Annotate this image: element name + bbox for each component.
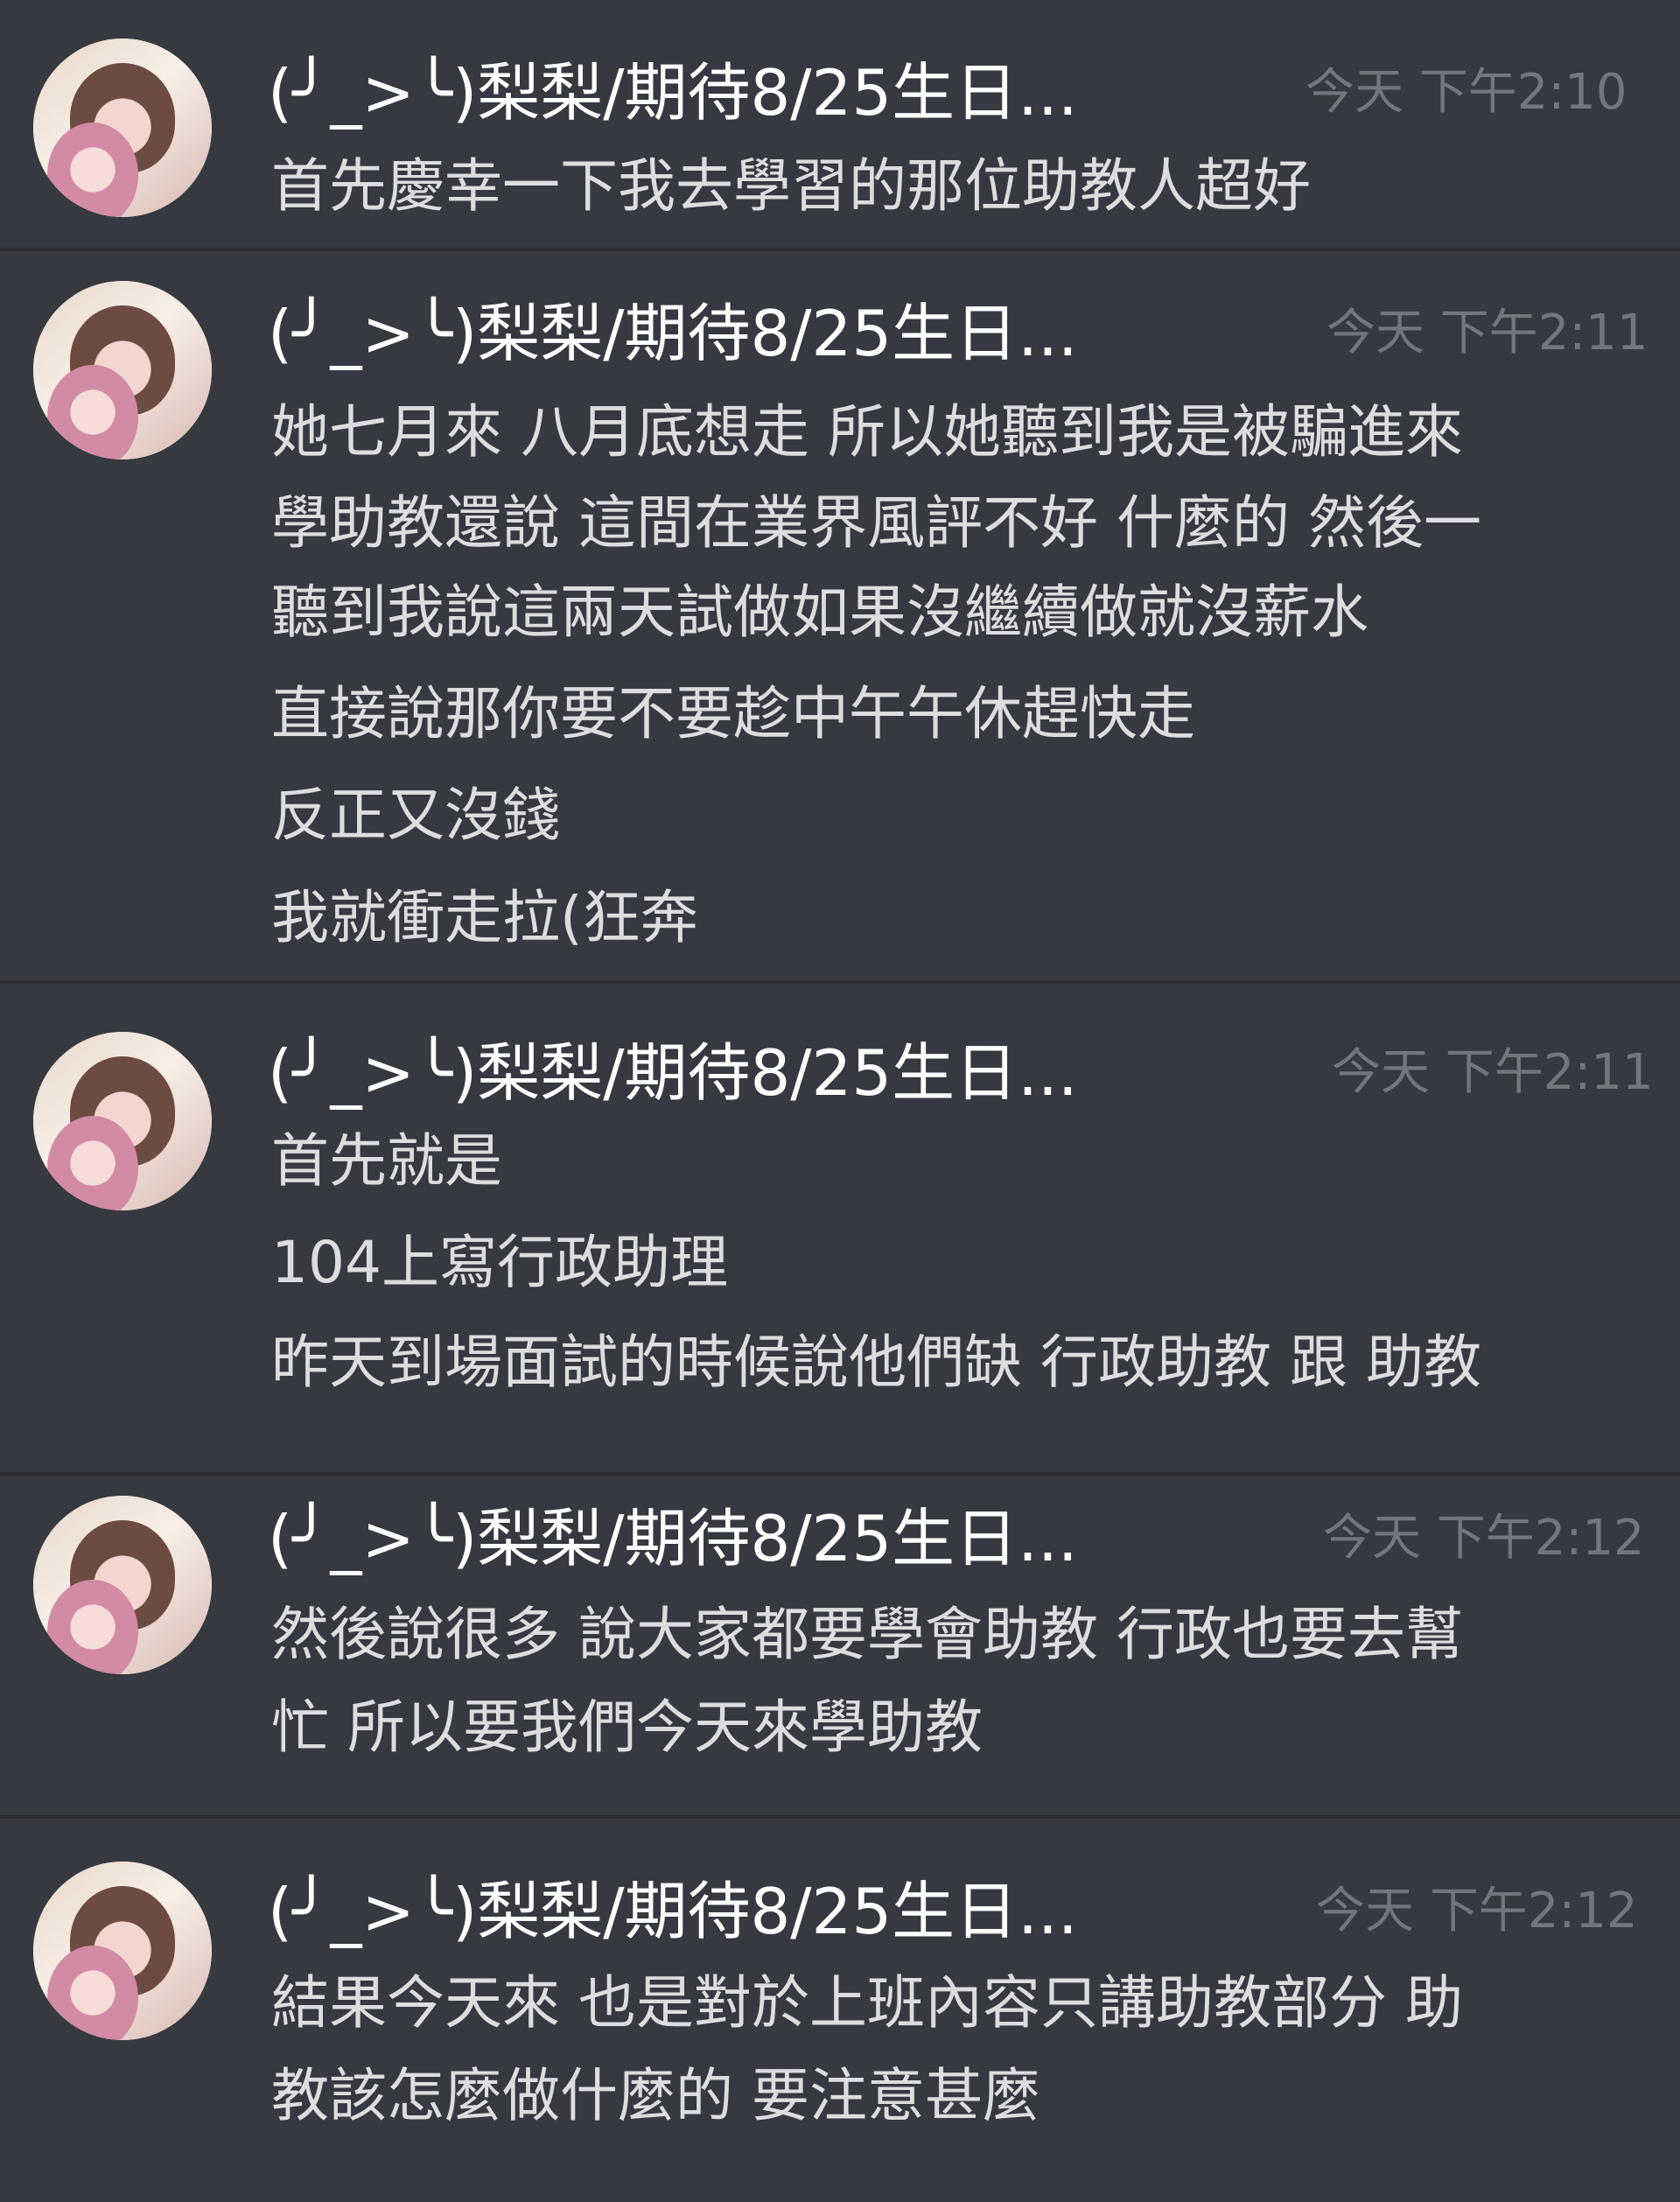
message-line: 首先就是 [271, 1127, 502, 1195]
message: (╯_>╰)梨梨/期待8/25生日... 今天 下午2:12 結果今天來 也是對… [0, 1819, 1680, 2202]
message: (╯_>╰)梨梨/期待8/25生日... 今天 下午2:11 首先就是 104上… [0, 984, 1680, 1472]
timestamp: 今天 下午2:10 [1306, 64, 1628, 121]
message-line: 然後說很多 說大家都要學會助教 行政也要去幫 [271, 1601, 1463, 1668]
avatar-face-icon [47, 1946, 138, 2040]
avatar-face-icon [47, 1580, 138, 1674]
avatar-face-icon [47, 1116, 138, 1210]
message: (╯_>╰)梨梨/期待8/25生日... 今天 下午2:10 首先慶幸一下我去學… [0, 0, 1680, 248]
message: (╯_>╰)梨梨/期待8/25生日... 今天 下午2:12 然後說很多 說大家… [0, 1476, 1680, 1815]
avatar[interactable] [33, 39, 212, 217]
avatar[interactable] [33, 1862, 212, 2040]
username[interactable]: (╯_>╰)梨梨/期待8/25生日... [268, 51, 1078, 135]
avatar-face-icon [47, 123, 138, 217]
timestamp: 今天 下午2:12 [1316, 1883, 1638, 1939]
message-line: 104上寫行政助理 [271, 1229, 728, 1296]
message-line: 我就衝走拉(狂奔 [271, 884, 698, 951]
avatar[interactable] [33, 1496, 212, 1674]
message-line: 結果今天來 也是對於上班內容只講助教部分 助 [271, 1969, 1463, 2037]
message-line: 聽到我說這兩天試做如果沒繼續做就沒薪水 [271, 579, 1368, 646]
message-line: 反正又沒錢 [271, 782, 560, 849]
message-line: 學助教還說 這間在業界風評不好 什麼的 然後一 [271, 489, 1481, 557]
timestamp: 今天 下午2:11 [1332, 1044, 1654, 1101]
username[interactable]: (╯_>╰)梨梨/期待8/25生日... [268, 1497, 1078, 1581]
avatar[interactable] [33, 281, 212, 459]
message-line: 首先慶幸一下我去學習的那位助教人超好 [271, 152, 1311, 220]
avatar-face-icon [47, 365, 138, 459]
username[interactable]: (╯_>╰)梨梨/期待8/25生日... [268, 1869, 1078, 1953]
message-feed: (╯_>╰)梨梨/期待8/25生日... 今天 下午2:10 首先慶幸一下我去學… [0, 0, 1680, 2202]
timestamp: 今天 下午2:12 [1323, 1510, 1645, 1567]
message-line: 教該怎麼做什麼的 要注意甚麼 [271, 2062, 1040, 2129]
message-line: 直接說那你要不要趁中午午休趕快走 [271, 680, 1195, 747]
username[interactable]: (╯_>╰)梨梨/期待8/25生日... [268, 291, 1078, 375]
message: (╯_>╰)梨梨/期待8/25生日... 今天 下午2:11 她七月來 八月底想… [0, 251, 1680, 980]
message-line: 她七月來 八月底想走 所以她聽到我是被騙進來 [271, 398, 1463, 466]
username[interactable]: (╯_>╰)梨梨/期待8/25生日... [268, 1031, 1078, 1115]
timestamp: 今天 下午2:11 [1326, 305, 1648, 361]
message-line: 昨天到場面試的時候說他們缺 行政助教 跟 助教 [271, 1329, 1481, 1396]
message-line: 忙 所以要我們今天來學助教 [271, 1694, 983, 1761]
avatar[interactable] [33, 1032, 212, 1210]
